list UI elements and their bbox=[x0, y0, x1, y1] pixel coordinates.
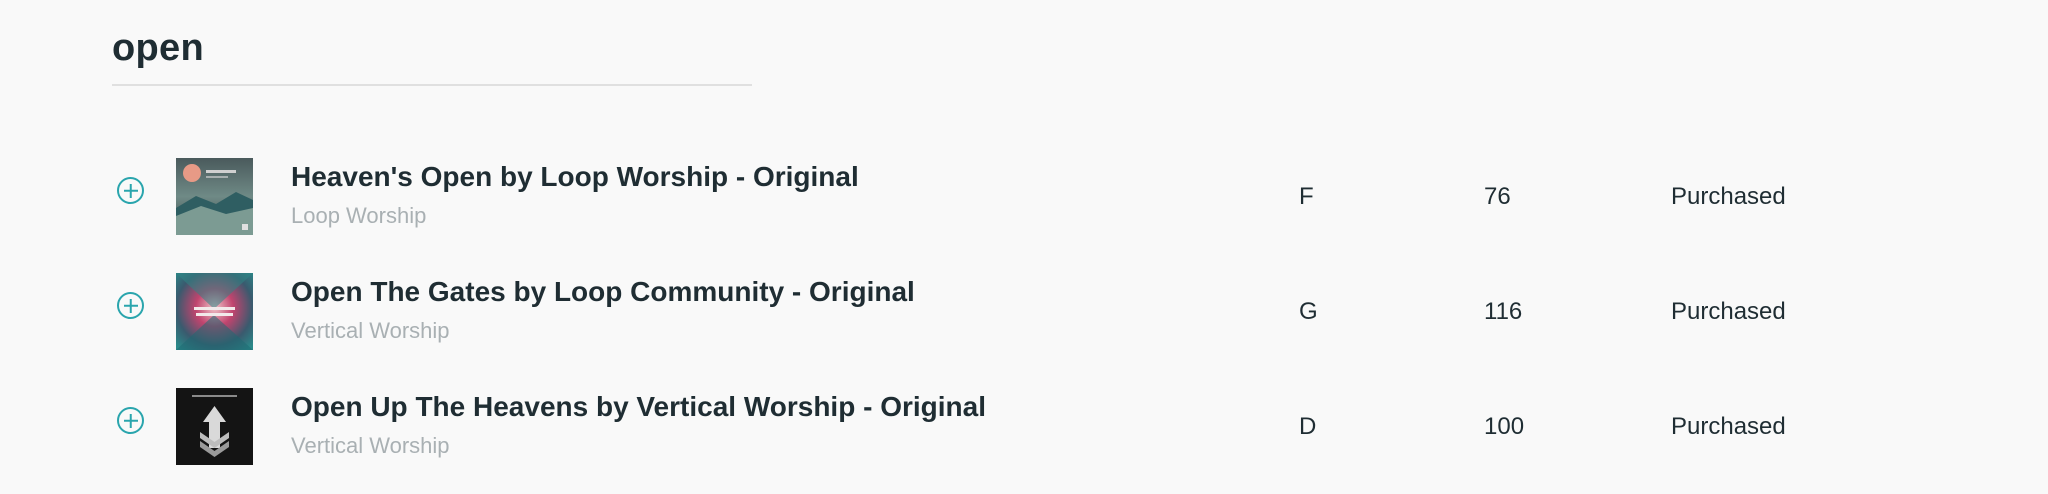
song-title[interactable]: Open Up The Heavens by Vertical Worship … bbox=[291, 391, 986, 423]
album-art[interactable] bbox=[176, 388, 253, 465]
results-list: Heaven's Open by Loop Worship - Original… bbox=[0, 135, 2048, 480]
album-art[interactable] bbox=[176, 273, 253, 350]
plus-circle-icon[interactable] bbox=[117, 177, 144, 204]
list-item[interactable]: Heaven's Open by Loop Worship - Original… bbox=[0, 135, 2048, 250]
song-bpm: 116 bbox=[1484, 298, 1523, 325]
song-key: F bbox=[1299, 183, 1314, 210]
song-artist: Vertical Worship bbox=[291, 433, 450, 458]
song-bpm: 76 bbox=[1484, 183, 1511, 210]
song-key: D bbox=[1299, 413, 1317, 440]
status-label: Purchased bbox=[1671, 183, 1786, 210]
song-title[interactable]: Heaven's Open by Loop Worship - Original bbox=[291, 161, 859, 193]
song-artist: Vertical Worship bbox=[291, 318, 450, 343]
status-label: Purchased bbox=[1671, 413, 1786, 440]
album-art[interactable] bbox=[176, 158, 253, 235]
list-item[interactable]: Open Up The Heavens by Vertical Worship … bbox=[0, 365, 2048, 480]
status-label: Purchased bbox=[1671, 298, 1786, 325]
list-item[interactable]: Open The Gates by Loop Community - Origi… bbox=[0, 250, 2048, 365]
plus-circle-icon[interactable] bbox=[117, 292, 144, 319]
search-header: open bbox=[112, 22, 752, 86]
search-query-text[interactable]: open bbox=[112, 22, 752, 74]
song-title[interactable]: Open The Gates by Loop Community - Origi… bbox=[291, 276, 915, 308]
song-artist: Loop Worship bbox=[291, 203, 427, 228]
plus-circle-icon[interactable] bbox=[117, 407, 144, 434]
song-bpm: 100 bbox=[1484, 413, 1525, 440]
song-key: G bbox=[1299, 298, 1318, 325]
